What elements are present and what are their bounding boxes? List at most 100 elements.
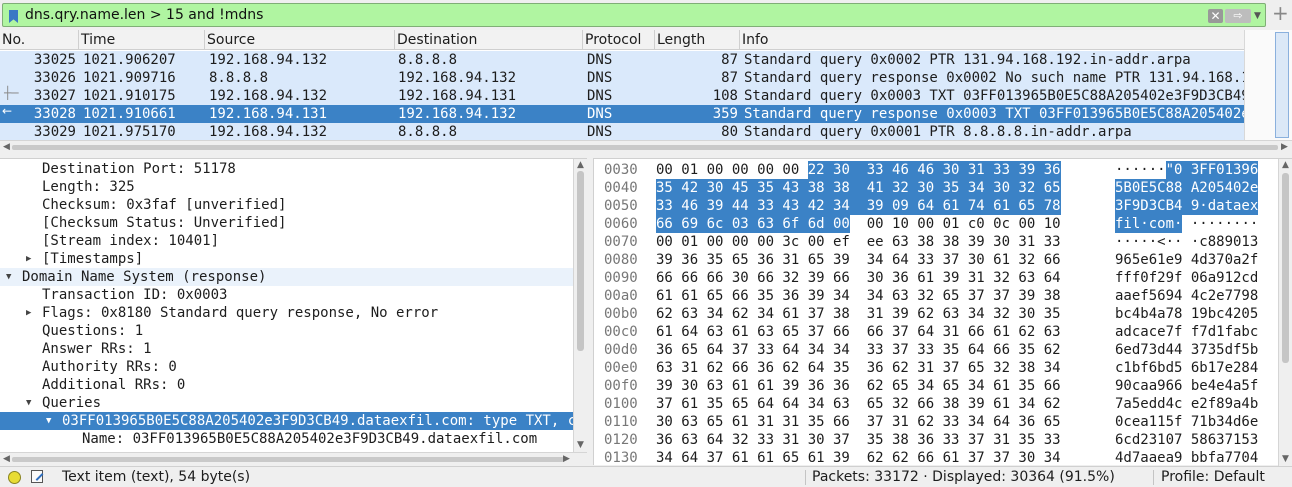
packet-row[interactable]: 33025 1021.906207 192.168.94.132 8.8.8.8 DNS…: [0, 51, 1244, 69]
detail-tree-item[interactable]: Additional RRs: 0: [0, 376, 573, 394]
detail-tree-item[interactable]: Questions: 1: [0, 322, 573, 340]
ascii-bytes[interactable]: 0cea115f 71b34d6e: [1115, 413, 1258, 431]
expert-info-led-icon[interactable]: [8, 471, 21, 484]
collapse-arrow-icon[interactable]: ▼: [46, 412, 51, 430]
detail-tree-item[interactable]: Name: 03FF013965B0E5C88A205402e3F9D3CB49…: [0, 430, 573, 448]
cell-destination: 192.168.94.132: [398, 106, 517, 122]
ascii-bytes-highlighted[interactable]: "0 3FF01396: [1165, 161, 1259, 179]
packet-row-selected[interactable]: 33028 1021.910661 192.168.94.131 192.168.94…: [0, 105, 1244, 123]
column-header-length[interactable]: Length: [655, 30, 740, 50]
expand-arrow-icon[interactable]: ▶: [26, 304, 31, 322]
ascii-bytes-highlighted[interactable]: 3F9D3CB4 9·dataex: [1115, 197, 1259, 215]
ascii-bytes[interactable]: 965e61e9 4d370a2f: [1115, 251, 1258, 269]
hex-bytes[interactable]: 39 30 63 61 61 39 36 36 62 65 34 65 34 6…: [656, 377, 1061, 395]
filter-history-dropdown-icon[interactable]: ▼: [1254, 9, 1264, 23]
hex-bytes[interactable]: 34 64 37 61 61 65 61 39 62 62 66 61 37 3…: [656, 449, 1061, 467]
column-header-protocol[interactable]: Protocol: [583, 30, 655, 50]
detail-tree-item[interactable]: ▼ Domain Name System (response): [0, 268, 573, 286]
display-filter-text[interactable]: dns.qry.name.len > 15 and !mdns: [25, 7, 263, 23]
ascii-bytes[interactable]: aaef5694 4c2e7798: [1115, 287, 1258, 305]
packet-list-vertical-scrollbar[interactable]: [1244, 30, 1292, 140]
details-horizontal-scrollbar[interactable]: ◀ ▶: [0, 452, 587, 466]
packet-row[interactable]: 33027 1021.910175 192.168.94.132 192.168.94…: [0, 87, 1244, 105]
bookmark-icon[interactable]: [9, 10, 18, 23]
packet-list-hscroll-thumb[interactable]: [12, 145, 1278, 150]
apply-filter-icon[interactable]: ⇨: [1225, 9, 1251, 23]
collapse-arrow-icon[interactable]: ▼: [26, 394, 31, 412]
scroll-left-arrow-icon[interactable]: ◀: [3, 453, 10, 465]
hex-bytes[interactable]: 00 10 00 01 c0 0c 00 10: [850, 215, 1061, 233]
ascii-bytes[interactable]: 6cd23107 58637153: [1115, 431, 1258, 449]
hex-bytes[interactable]: 36 65 64 37 33 64 34 34 33 37 33 35 64 6…: [656, 341, 1061, 359]
detail-tree-item[interactable]: ▶ [Timestamps]: [0, 250, 573, 268]
scroll-down-arrow-icon[interactable]: ▼: [577, 439, 584, 451]
hex-bytes-highlighted[interactable]: 33 46 39 44 33 43 42 34 39 09 64 61 74 6…: [656, 197, 1061, 215]
ascii-bytes[interactable]: fff0f29f 06a912cd: [1115, 269, 1258, 287]
detail-tree-item[interactable]: Authority RRs: 0: [0, 358, 573, 376]
ascii-bytes[interactable]: 6ed73d44 3735df5b: [1115, 341, 1258, 359]
capture-comment-icon[interactable]: [31, 470, 43, 483]
hex-bytes[interactable]: 66 66 66 30 66 32 39 66 30 36 61 39 31 3…: [656, 269, 1061, 287]
hex-bytes[interactable]: 30 63 65 61 31 31 35 66 37 31 62 33 34 6…: [656, 413, 1061, 431]
detail-tree-item[interactable]: ▶ Flags: 0x8180 Standard query response, …: [0, 304, 573, 322]
detail-tree-item[interactable]: Length: 325: [0, 178, 573, 196]
detail-tree-item-selected[interactable]: ▼ 03FF013965B0E5C88A205402e3F9D3CB49.data…: [0, 412, 573, 430]
details-vscroll-thumb[interactable]: [577, 171, 584, 351]
hex-bytes[interactable]: 63 31 62 66 36 62 64 35 36 62 31 37 65 3…: [656, 359, 1061, 377]
packet-list-minimap-thumb[interactable]: [1275, 32, 1289, 138]
hex-bytes-highlighted[interactable]: 66 69 6c 03 63 6f 6d 00: [656, 215, 850, 233]
detail-tree-item[interactable]: Destination Port: 51178: [0, 160, 573, 178]
detail-tree-item[interactable]: [Checksum Status: Unverified]: [0, 214, 573, 232]
detail-tree-item[interactable]: Answer RRs: 1: [0, 340, 573, 358]
display-filter-input[interactable]: dns.qry.name.len > 15 and !mdns ✕ ⇨ ▼: [2, 3, 1266, 27]
hex-bytes[interactable]: 61 61 65 66 35 36 39 34 34 63 32 65 37 3…: [656, 287, 1061, 305]
ascii-bytes[interactable]: ········: [1182, 215, 1258, 233]
hex-bytes[interactable]: 00 01 00 00 00 3c 00 ef ee 63 38 38 39 3…: [656, 233, 1061, 251]
packet-list-horizontal-scrollbar[interactable]: ◀ ▶: [0, 140, 1292, 154]
detail-tree-item[interactable]: ▼ Queries: [0, 394, 573, 412]
scroll-right-arrow-icon[interactable]: ▶: [1281, 141, 1288, 153]
packet-row[interactable]: 33026 1021.909716 8.8.8.8 192.168.94.132 DNS…: [0, 69, 1244, 87]
bytes-vertical-scrollbar[interactable]: ▲ ▼: [1278, 159, 1292, 466]
hex-bytes[interactable]: 62 63 34 62 34 61 37 38 31 39 62 63 34 3…: [656, 305, 1061, 323]
hex-bytes[interactable]: 39 36 35 65 36 31 65 39 34 64 33 37 30 6…: [656, 251, 1061, 269]
column-header-time[interactable]: Time: [79, 30, 205, 50]
collapse-arrow-icon[interactable]: ▼: [6, 268, 11, 286]
hex-bytes[interactable]: 37 61 35 65 64 64 34 63 65 32 66 38 39 6…: [656, 395, 1061, 413]
bytes-vscroll-thumb[interactable]: [1282, 173, 1289, 363]
ascii-bytes[interactable]: 90caa966 be4e4a5f: [1115, 377, 1258, 395]
hex-bytes[interactable]: 36 63 64 32 33 31 30 37 35 38 36 33 37 3…: [656, 431, 1061, 449]
add-filter-button-icon[interactable]: +: [1272, 3, 1289, 23]
scroll-up-arrow-icon[interactable]: ▲: [1282, 159, 1289, 171]
detail-tree-item[interactable]: [Stream index: 10401]: [0, 232, 573, 250]
status-profile[interactable]: Profile: Default: [1161, 469, 1265, 485]
scroll-up-arrow-icon[interactable]: ▲: [577, 159, 584, 171]
ascii-bytes[interactable]: 4d7aaea9 bbfa7704: [1115, 449, 1258, 467]
column-header-no[interactable]: No.: [0, 30, 79, 50]
clear-filter-icon[interactable]: ✕: [1208, 9, 1223, 23]
ascii-bytes-highlighted[interactable]: 5B0E5C88 A205402e: [1115, 179, 1259, 197]
column-header-info[interactable]: Info: [740, 30, 1244, 50]
ascii-bytes[interactable]: ·····<·· ·c889013: [1115, 233, 1258, 251]
ascii-bytes-highlighted[interactable]: fil·com·: [1115, 215, 1183, 233]
ascii-bytes[interactable]: 7a5edd4c e2f89a4b: [1115, 395, 1258, 413]
hex-bytes-highlighted[interactable]: 22 30 33 46 46 30 31 33 39 36: [807, 161, 1061, 179]
column-header-source[interactable]: Source: [205, 30, 395, 50]
ascii-bytes[interactable]: c1bf6bd5 6b17e284: [1115, 359, 1258, 377]
scroll-down-arrow-icon[interactable]: ▼: [1282, 453, 1289, 465]
scroll-right-arrow-icon[interactable]: ▶: [563, 453, 570, 465]
details-vertical-scrollbar[interactable]: ▲ ▼: [573, 159, 587, 452]
ascii-bytes[interactable]: adcace7f f7d1fabc: [1115, 323, 1258, 341]
detail-tree-item[interactable]: Checksum: 0x3faf [unverified]: [0, 196, 573, 214]
expand-arrow-icon[interactable]: ▶: [26, 250, 31, 268]
ascii-bytes[interactable]: bc4b4a78 19bc4205: [1115, 305, 1258, 323]
packet-row[interactable]: 33029 1021.975170 192.168.94.132 8.8.8.8 DNS…: [0, 123, 1244, 141]
hex-bytes-highlighted[interactable]: 35 42 30 45 35 43 38 38 41 32 30 35 34 3…: [656, 179, 1061, 197]
column-header-destination[interactable]: Destination: [395, 30, 583, 50]
ascii-bytes[interactable]: ······: [1115, 161, 1166, 179]
scroll-left-arrow-icon[interactable]: ◀: [3, 141, 10, 153]
hex-bytes[interactable]: 61 64 63 61 63 65 37 66 66 37 64 31 66 6…: [656, 323, 1061, 341]
details-hscroll-thumb[interactable]: [12, 457, 564, 462]
hex-bytes[interactable]: 00 01 00 00 00 00: [656, 161, 808, 179]
detail-tree-item[interactable]: Transaction ID: 0x0003: [0, 286, 573, 304]
